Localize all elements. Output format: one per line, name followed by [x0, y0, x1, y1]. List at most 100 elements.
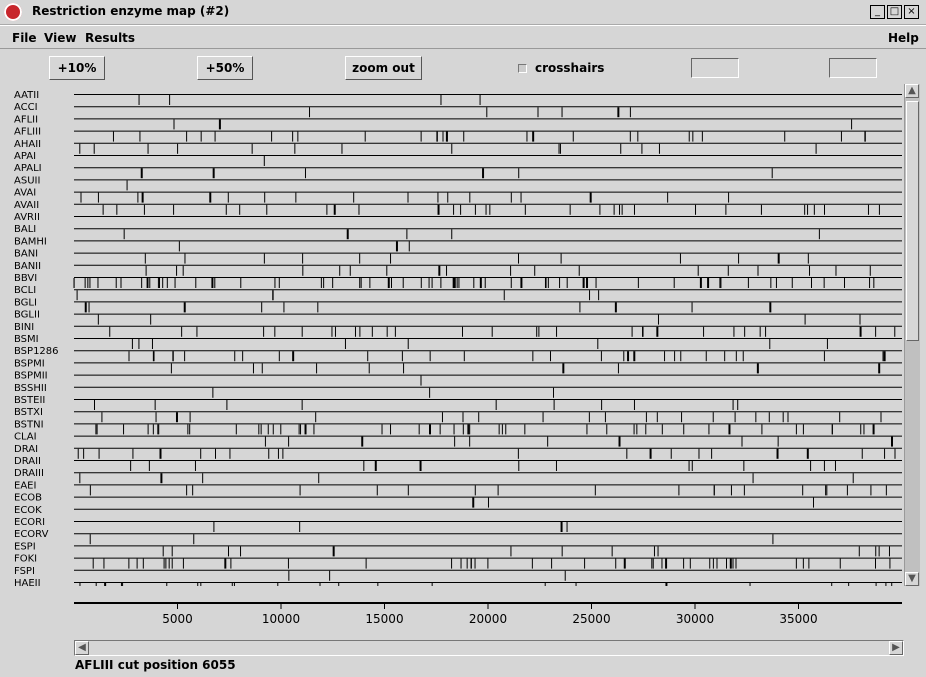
axis-tick-label: 10000 [262, 612, 300, 626]
enzyme-row[interactable]: ESPI [14, 541, 902, 557]
enzyme-label: AFLII [14, 114, 38, 125]
enzyme-row[interactable]: APAI [14, 151, 902, 166]
close-button[interactable]: × [904, 5, 919, 19]
enzyme-label: ESPI [14, 541, 36, 552]
crosshairs-label: crosshairs [535, 61, 605, 75]
enzyme-label: APALI [14, 163, 42, 174]
enzyme-label: BBVI [14, 273, 37, 284]
enzyme-row[interactable]: BSPMI [14, 358, 902, 374]
scroll-down-icon[interactable]: ▼ [905, 572, 919, 586]
enzyme-row[interactable]: CLAI [14, 432, 902, 447]
enzyme-row[interactable]: ACCI [14, 102, 902, 118]
enzyme-label: AVRII [14, 212, 40, 223]
maximize-button[interactable]: □ [887, 5, 902, 19]
enzyme-row[interactable]: ASUII [14, 175, 902, 191]
enzyme-row[interactable]: BINI [14, 322, 902, 337]
enzyme-label: AATII [14, 90, 39, 101]
enzyme-row[interactable]: BGLII [14, 310, 902, 325]
enzyme-row[interactable]: AATII [14, 90, 902, 105]
menu-help[interactable]: Help [888, 31, 919, 45]
enzyme-label: ACCI [14, 102, 38, 113]
menu-results[interactable]: Results [85, 31, 135, 45]
enzyme-row[interactable]: APALI [14, 163, 902, 179]
enzyme-row[interactable]: ECORI [14, 517, 902, 532]
enzyme-label: BINI [14, 322, 34, 333]
crosshairs-checkbox[interactable] [518, 64, 527, 73]
enzyme-label: ECORI [14, 517, 45, 528]
enzyme-row[interactable]: DRAIII [14, 468, 902, 484]
enzyme-row[interactable]: AFLII [14, 114, 902, 130]
enzyme-row[interactable]: BSMI [14, 334, 902, 349]
enzyme-label: AHAII [14, 139, 41, 150]
app-icon[interactable] [4, 3, 22, 21]
zoom-in-10-button[interactable]: +10% [49, 56, 105, 80]
vertical-scroll-thumb[interactable] [906, 101, 919, 341]
enzyme-label: DRAI [14, 444, 38, 455]
axis-tick-label: 30000 [676, 612, 714, 626]
enzyme-label: BAMHI [14, 236, 47, 247]
enzyme-row[interactable]: BSTXI [14, 407, 902, 423]
horizontal-scrollbar[interactable]: ◀ ▶ [74, 640, 904, 656]
enzyme-label: BSSHII [14, 383, 47, 394]
menu-bar: File View Results Help [0, 25, 926, 49]
scroll-left-icon[interactable]: ◀ [75, 641, 89, 655]
enzyme-row[interactable]: AFLIII [14, 127, 902, 142]
position-axis: 5000 10000 15000 20000 25000 30000 35000 [74, 602, 902, 626]
enzyme-row[interactable]: BBVI [14, 273, 902, 288]
position-field-a[interactable] [691, 58, 739, 78]
minimize-button[interactable]: _ [870, 5, 885, 19]
enzyme-row[interactable]: BGLI [14, 297, 902, 313]
enzyme-row[interactable]: AHAII [14, 139, 902, 154]
zoom-out-button[interactable]: zoom out [345, 56, 422, 80]
enzyme-row[interactable]: ECOB [14, 493, 902, 508]
menu-file[interactable]: File [12, 31, 37, 45]
enzyme-label: BSP1286 [14, 346, 59, 357]
enzyme-label: AVAI [14, 188, 36, 199]
enzyme-row[interactable]: BANI [14, 249, 902, 264]
enzyme-label: BSTNI [14, 419, 44, 430]
enzyme-label: BANI [14, 249, 38, 260]
enzyme-row[interactable]: FOKI [14, 554, 902, 569]
enzyme-label: ECORV [14, 529, 49, 540]
enzyme-label: FSPI [14, 566, 35, 577]
enzyme-row[interactable]: AVAI [14, 188, 902, 203]
enzyme-row[interactable]: DRAII [14, 456, 902, 471]
enzyme-map-canvas[interactable]: AATIIACCIAFLII AFLIIIAHAIIAPAIAPALIASUII A… [8, 84, 904, 586]
enzyme-label: BCLI [14, 285, 36, 296]
enzyme-label: BSTEII [14, 395, 45, 406]
enzyme-row[interactable]: BSPMII [14, 371, 902, 386]
enzyme-label: BANII [14, 261, 41, 272]
enzyme-row[interactable]: ECORV [14, 529, 902, 545]
enzyme-label: ECOK [14, 505, 42, 516]
vertical-scrollbar[interactable]: ▲ ▼ [904, 84, 920, 586]
enzyme-row[interactable]: BALI [14, 224, 902, 240]
enzyme-row[interactable]: EAEI [14, 480, 902, 496]
enzyme-map[interactable]: AATII ACCI AFLII AFLIII AHAII APAI APALI ASUII A… [8, 84, 904, 586]
enzyme-row[interactable]: AVAII [14, 200, 902, 215]
enzyme-row[interactable]: BAMHI [14, 236, 902, 252]
axis-tick-label: 35000 [779, 612, 817, 626]
enzyme-row[interactable]: FSPI [14, 566, 902, 581]
enzyme-row[interactable]: BSTEII [14, 395, 902, 410]
enzyme-row[interactable]: AVRII [14, 212, 902, 223]
status-text: AFLIII cut position 6055 [75, 658, 236, 672]
enzyme-label: FOKI [14, 554, 37, 565]
enzyme-label: APAI [14, 151, 36, 162]
enzyme-row[interactable]: ECOK [14, 505, 902, 516]
axis-tick-label: 15000 [365, 612, 403, 626]
enzyme-label: BSMI [14, 334, 39, 345]
zoom-in-50-button[interactable]: +50% [197, 56, 253, 80]
enzyme-label: BSPMI [14, 358, 45, 369]
enzyme-row[interactable]: HAEII [14, 578, 902, 586]
enzyme-label: BGLI [14, 297, 37, 308]
menu-view[interactable]: View [44, 31, 76, 45]
enzyme-label: ASUII [14, 175, 40, 186]
window-title: Restriction enzyme map (#2) [32, 4, 230, 18]
enzyme-row[interactable]: BANII [14, 261, 902, 276]
enzyme-row[interactable]: BSSHII [14, 383, 902, 398]
position-field-b[interactable] [829, 58, 877, 78]
enzyme-row[interactable]: DRAI [14, 444, 902, 459]
enzyme-row[interactable]: BSP1286 [14, 346, 902, 362]
scroll-right-icon[interactable]: ▶ [889, 641, 903, 655]
scroll-up-icon[interactable]: ▲ [905, 84, 919, 98]
